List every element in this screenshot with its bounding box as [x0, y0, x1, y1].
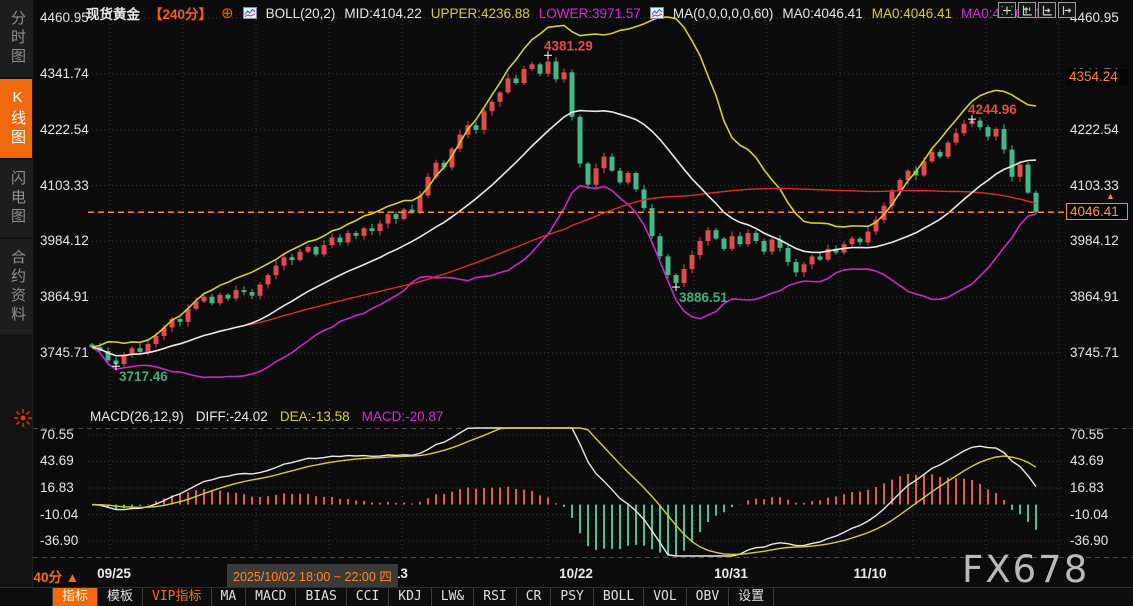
toolbar-item-BOLL[interactable]: BOLL	[594, 588, 644, 606]
price-axis-label: 3984.12	[1070, 233, 1119, 248]
price-axis-label: 4341.74	[40, 66, 89, 81]
sidebar-tab-闪电图[interactable]: 闪电图	[0, 160, 32, 237]
macd-axis-label: 70.55	[1070, 427, 1104, 442]
sidebar-tab-分时图[interactable]: 分时图	[0, 0, 32, 77]
time-label-10/22: 10/22	[559, 566, 593, 581]
high-price-marker: 4354.24	[1066, 69, 1128, 86]
live-flash-icon	[13, 408, 33, 428]
price-axis-label: 3984.12	[40, 233, 89, 248]
collapse-indicator-icon[interactable]: ⊕	[221, 4, 234, 22]
price-axis-label: 4103.33	[40, 178, 89, 193]
pan-right-icon[interactable]	[1058, 2, 1076, 18]
price-axis-label: 3864.91	[40, 289, 89, 304]
chart-tool-buttons	[998, 2, 1076, 18]
period-badge: 【240分】	[149, 3, 212, 23]
time-axis-row: 240分 ▲ 2025/10/02 18:00 ~ 22:00 四 09/25 1…	[0, 561, 1133, 587]
zoom-horizontal-icon[interactable]	[1038, 2, 1056, 18]
toolbar-item-VOL[interactable]: VOL	[644, 588, 686, 606]
macd-axis-label: 43.69	[1070, 453, 1104, 468]
price-axis-label: 4460.95	[1070, 10, 1119, 25]
indicator-header: 现货黄金 【240分】 ⊕ BOLL(20,2) MID:4104.22 UPP…	[86, 3, 1041, 23]
toolbar-item-BIAS[interactable]: BIAS	[296, 588, 346, 606]
boll-upper-value: UPPER:4236.88	[431, 6, 530, 21]
boll-lower-value: LOWER:3971.57	[539, 6, 641, 21]
toolbar-item-指标[interactable]: 指标	[52, 588, 98, 606]
macd-dea-value: DEA:-13.58	[280, 409, 350, 424]
macd-axis-label: -36.90	[1070, 533, 1108, 548]
svg-text:3886.51: 3886.51	[679, 290, 728, 305]
crosshair-date-box: 2025/10/02 18:00 ~ 22:00 四	[227, 564, 398, 587]
macd-macd-value: MACD:-20.87	[362, 409, 444, 424]
chart-canvas[interactable]: 3717.46 4381.29 3886.51 4244.96	[0, 0, 1133, 560]
toolbar-item-RSI[interactable]: RSI	[474, 588, 516, 606]
toolbar-item-PSY[interactable]: PSY	[551, 588, 593, 606]
zoom-vertical-icon[interactable]	[1018, 2, 1036, 18]
price-axis-label: 4460.95	[40, 10, 89, 25]
macd-axis-label: 16.83	[1070, 480, 1104, 495]
time-label-11/10: 11/10	[853, 566, 886, 581]
macd-diff-value: DIFF:-24.02	[196, 409, 268, 424]
toolbar-item-CR[interactable]: CR	[517, 588, 552, 606]
ma-name: MA(0,0,0,0,0,60)	[673, 6, 774, 21]
period-selector[interactable]: 240分 ▲	[26, 566, 79, 586]
toolbar-item-OBV[interactable]: OBV	[687, 588, 729, 606]
sidebar-tab-K线图[interactable]: K线图	[0, 79, 32, 158]
time-label-09/25: 09/25	[97, 566, 131, 581]
trading-app-window: 分时图K线图闪电图合约资料 现货黄金 【240分】 ⊕ BOLL(20,2) M…	[0, 0, 1133, 606]
toolbar-item-MACD[interactable]: MACD	[246, 588, 296, 606]
toolbar-item-VIP指标[interactable]: VIP指标	[143, 588, 211, 606]
symbol-name: 现货黄金	[86, 3, 140, 23]
time-label-10/31: 10/31	[714, 566, 748, 581]
price-axis-label: 3745.71	[1070, 345, 1119, 360]
macd-label-row: MACD(26,12,9) DIFF:-24.02 DEA:-13.58 MAC…	[90, 409, 443, 424]
ma-value-1: MA0:4046.41	[872, 6, 952, 21]
toolbar-item-KDJ[interactable]: KDJ	[389, 588, 431, 606]
boll-mid-value: MID:4104.22	[344, 6, 421, 21]
price-axis-label: 4222.54	[1070, 122, 1119, 137]
move-tool-icon[interactable]	[998, 2, 1016, 18]
sidebar-tab-合约资料[interactable]: 合约资料	[0, 239, 32, 335]
boll-mini-chart-icon[interactable]	[243, 7, 257, 19]
sidebar: 分时图K线图闪电图合约资料	[0, 0, 33, 606]
macd-title: MACD(26,12,9)	[90, 409, 184, 424]
macd-axis-label: 43.69	[40, 453, 74, 468]
indicator-toolbar: 指标模板VIP指标MAMACDBIASCCIKDJLW&RSICRPSYBOLL…	[0, 587, 1133, 606]
ma-value-0: MA0:4046.41	[782, 6, 862, 21]
macd-axis-label: -10.04	[1070, 507, 1108, 522]
sidebar-tabs: 分时图K线图闪电图合约资料	[0, 0, 32, 335]
price-axis-label: 4222.54	[40, 122, 89, 137]
toolbar-item-模板[interactable]: 模板	[98, 588, 143, 606]
price-axis-label: 3745.71	[40, 345, 89, 360]
toolbar-item-设置[interactable]: 设置	[729, 588, 774, 606]
macd-axis-label: -10.04	[40, 507, 78, 522]
svg-text:4244.96: 4244.96	[968, 102, 1017, 117]
ma-mini-chart-icon[interactable]	[650, 7, 664, 19]
toolbar-item-LW&[interactable]: LW&	[432, 588, 474, 606]
toolbar-item-CCI[interactable]: CCI	[347, 588, 389, 606]
current-price-marker: 4046.41	[1066, 203, 1128, 220]
macd-axis-label: 16.83	[40, 480, 74, 495]
macd-axis-label: -36.90	[40, 533, 78, 548]
toolbar-item-MA[interactable]: MA	[212, 588, 247, 606]
macd-axis-label: 70.55	[40, 427, 74, 442]
svg-text:4381.29: 4381.29	[544, 38, 593, 53]
svg-text:3717.46: 3717.46	[119, 369, 168, 384]
current-price-arrow-icon: ▲	[1106, 191, 1115, 201]
price-axis-label: 3864.91	[1070, 289, 1119, 304]
boll-name: BOLL(20,2)	[266, 6, 336, 21]
